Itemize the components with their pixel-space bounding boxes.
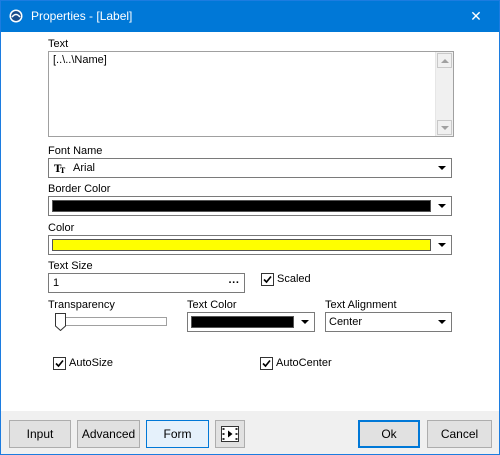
color-swatch [52,239,431,251]
color-select[interactable] [48,235,452,255]
text-scrollbar[interactable] [435,52,453,136]
text-input[interactable]: [..\..\Name] [48,51,454,137]
text-color-swatch [191,316,294,328]
properties-dialog: Properties - [Label] ✕ Text [..\..\Name]… [0,0,500,455]
text-color-dropdown[interactable] [296,313,314,331]
font-name-dropdown[interactable] [433,159,451,177]
ellipsis-icon: ··· [228,277,240,289]
autocenter-label: AutoCenter [276,357,332,369]
text-color-select[interactable] [187,312,315,332]
ok-button[interactable]: Ok [358,420,420,448]
border-color-select[interactable] [48,196,452,216]
chevron-down-icon [301,320,309,324]
advanced-button[interactable]: Advanced [77,420,140,448]
border-color-label: Border Color [48,183,111,195]
text-alignment-select[interactable]: Center [325,312,452,332]
close-icon: ✕ [470,8,482,24]
input-button[interactable]: Input [9,420,71,448]
transparency-label: Transparency [48,299,115,311]
window-title: Properties - [Label] [31,9,133,23]
checkmark-icon [55,359,64,368]
preview-button[interactable] [215,420,245,448]
border-color-dropdown[interactable] [433,197,451,215]
chevron-down-icon [438,243,446,247]
text-value: [..\..\Name] [53,54,107,66]
app-icon [9,9,23,23]
color-label: Color [48,222,75,234]
border-color-swatch [52,200,431,212]
autocenter-checkbox[interactable] [260,357,273,370]
checkmark-icon [263,275,272,284]
text-size-label: Text Size [48,260,93,272]
text-label: Text [48,38,69,50]
chevron-down-icon [438,166,446,170]
film-play-icon [221,426,239,442]
button-bar: Input Advanced Form Ok Cancel [1,411,499,454]
arrow-up-icon [440,58,449,63]
form-button[interactable]: Form [146,420,209,448]
arrow-down-icon [440,125,449,130]
text-color-label: Text Color [187,299,237,311]
chevron-down-icon [438,204,446,208]
text-alignment-dropdown[interactable] [433,313,451,331]
font-icon: T T [54,164,66,174]
autosize-label: AutoSize [69,357,114,369]
title-bar[interactable]: Properties - [Label] ✕ [1,1,499,32]
font-name-label: Font Name [48,145,103,157]
text-size-input[interactable]: 1 ··· [48,273,245,293]
close-button[interactable]: ✕ [453,1,499,32]
font-name-value: Arial [73,162,96,174]
autosize-checkbox[interactable] [53,357,66,370]
cancel-button[interactable]: Cancel [427,420,492,448]
checkmark-icon [262,359,271,368]
transparency-slider-thumb[interactable] [55,313,66,331]
scroll-down-button[interactable] [437,120,452,135]
scaled-checkbox[interactable] [261,273,274,286]
chevron-down-icon [438,320,446,324]
text-size-value: 1 [53,277,60,289]
transparency-slider[interactable] [59,317,167,326]
scaled-label: Scaled [277,273,311,285]
scroll-up-button[interactable] [437,53,452,68]
text-alignment-value: Center [329,316,363,328]
font-name-select[interactable]: T T Arial [48,158,452,178]
text-alignment-label: Text Alignment [325,299,397,311]
svg-text:T: T [60,166,66,174]
text-size-ellipsis-button[interactable]: ··· [225,275,243,291]
color-dropdown[interactable] [433,236,451,254]
